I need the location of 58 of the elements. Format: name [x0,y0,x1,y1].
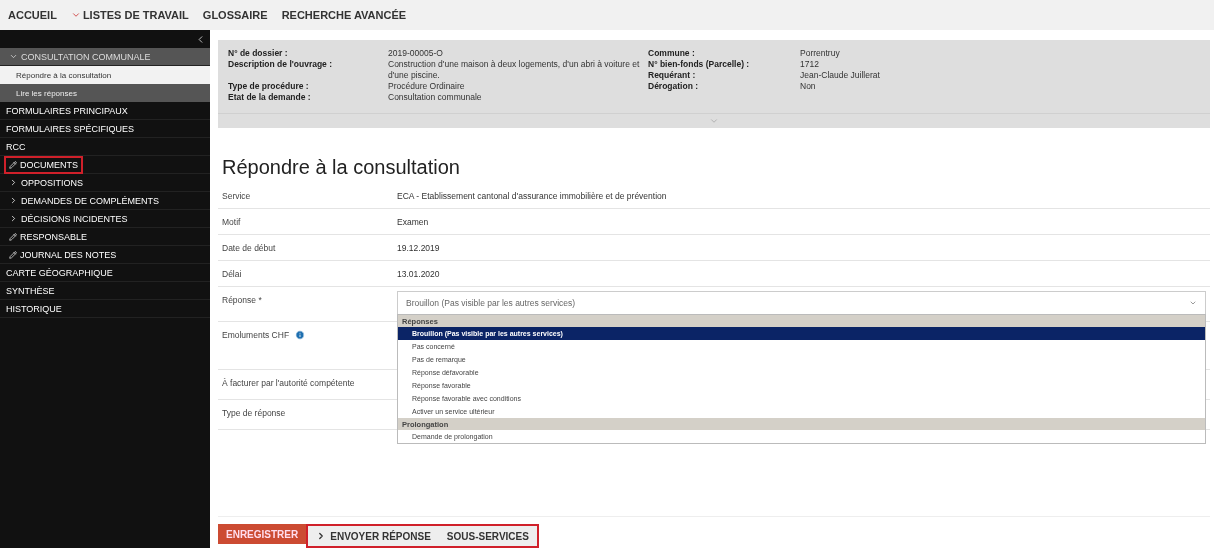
action-button[interactable]: SOUS-SERVICES [438,526,537,546]
field-label: Date de début [222,242,277,253]
sidebar-subitem[interactable]: Lire les réponses [0,84,210,102]
summary-value: Construction d'une maison à deux logements, d'un abri à voiture et d'une piscine. [388,59,641,81]
field-label: Délai [222,268,243,279]
pencil-icon [9,250,17,259]
caret-icon [1189,299,1197,307]
info-icon[interactable] [295,330,306,340]
summary-value: Consultation communale [388,92,483,103]
summary-value: 1712 [800,59,820,70]
action-button[interactable]: ENREGISTRER [218,524,307,544]
response-select[interactable]: Brouillon (Pas visible par les autres services) [397,291,1206,315]
sidebar-item[interactable]: OPPOSITIONS [0,174,210,192]
pencil-icon [9,160,17,169]
sidebar-item[interactable]: DEMANDES DE COMPLÉMENTS [0,192,210,210]
sidebar-subitem[interactable]: Répondre à la consultation [0,66,210,84]
field-label: Motif [222,216,242,227]
summary-label: N° bien-fonds (Parcelle) : [648,59,751,70]
sidebar-item[interactable]: RCC [0,138,210,156]
sidebar-item[interactable]: FORMULAIRES SPÉCIFIQUES [0,120,210,138]
summary-value: Procédure Ordinaire [388,81,466,92]
field-label: À facturer par l'autorité compétente [222,377,356,388]
chevron-down-icon [70,10,81,20]
summary-value: Jean-Claude Juillerat [800,70,881,81]
sidebar-item[interactable]: CONSULTATION COMMUNALE [0,48,210,66]
sidebar-item[interactable]: DÉCISIONS INCIDENTES [0,210,210,228]
field-label: Type de réponse [222,407,287,418]
sidebar-item[interactable]: RESPONSABLE [0,228,210,246]
nav-link[interactable]: RECHERCHE AVANCÉE [281,9,407,21]
summary-label: Dérogation : [648,81,700,92]
summary-value: Non [800,81,817,92]
action-button[interactable]: ENVOYER RÉPONSE [308,526,439,546]
sidebar-item[interactable]: SYNTHÈSE [0,282,210,300]
summary-value: Porrentruy [800,48,841,59]
summary-label: Description de l'ouvrage : [228,59,334,71]
nav-link[interactable]: LISTES DE TRAVAIL [70,9,189,21]
sidebar-item[interactable]: HISTORIQUE [0,300,210,318]
field-label: Réponse * [222,294,263,305]
nav-link[interactable]: GLOSSAIRE [202,9,268,21]
sidebar-item[interactable]: FORMULAIRES PRINCIPAUX [0,102,210,120]
summary-label: Commune : [648,48,696,59]
summary-label: Type de procédure : [228,81,310,92]
field-label: Service [222,190,252,201]
field-value: 13.01.2020 [397,268,440,279]
sidebar-item[interactable]: DOCUMENTS [0,156,210,174]
field-value: ECA - Etablissement cantonal d'assurance immobilière et de prévention [397,190,667,201]
summary-label: N° de dossier : [228,48,289,59]
pencil-icon [9,232,17,241]
sidebar-item[interactable]: JOURNAL DES NOTES [0,246,210,264]
sidebar-item[interactable]: CARTE GÉOGRAPHIQUE [0,264,210,282]
summary-value: 2019-00005-O [388,48,444,59]
field-label: Emoluments CHF [222,330,290,340]
page-title: Répondre à la consultation [222,156,461,179]
field-value: Examen [397,216,429,227]
nav-link[interactable]: ACCUEIL [8,9,57,21]
summary-label: Etat de la demande : [228,92,312,103]
summary-label: Requérant : [648,70,697,81]
field-value: 19.12.2019 [397,242,440,253]
